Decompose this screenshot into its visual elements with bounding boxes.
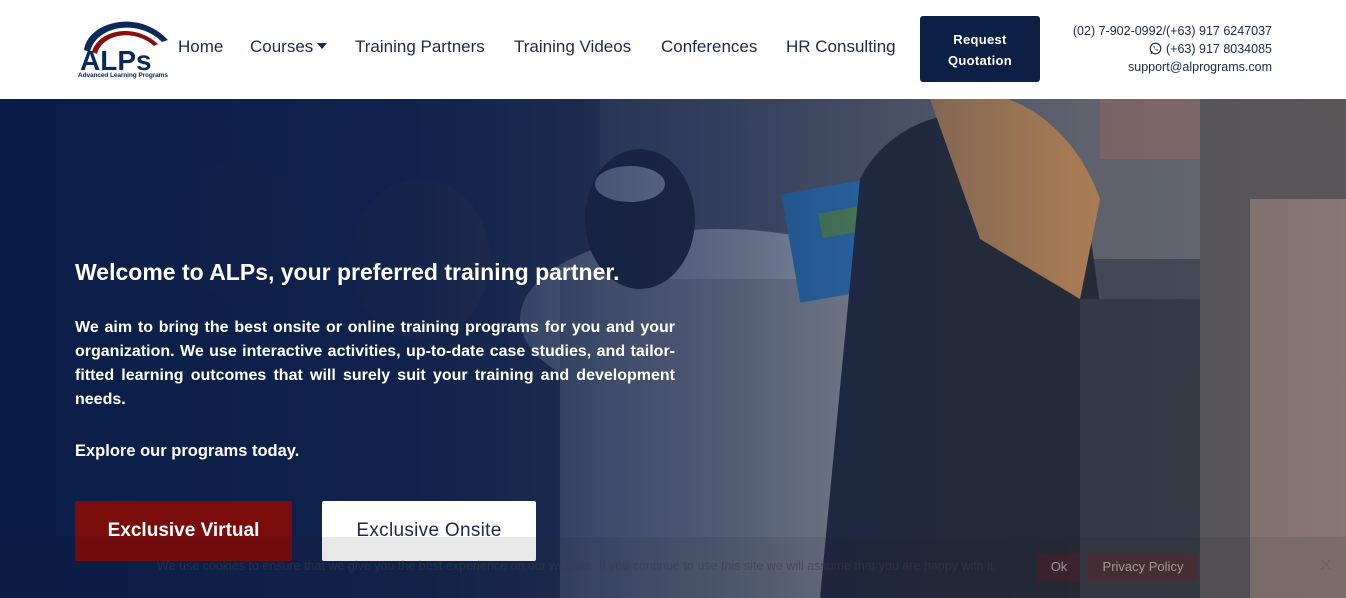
nav-training-videos[interactable]: Training Videos bbox=[514, 37, 631, 57]
nav-training-partners[interactable]: Training Partners bbox=[355, 37, 485, 57]
nav-conferences[interactable]: Conferences bbox=[661, 37, 757, 57]
close-icon[interactable]: ✕ bbox=[1316, 555, 1336, 575]
cookie-notice-text: We use cookies to ensure that we give yo… bbox=[157, 559, 997, 573]
nav-home[interactable]: Home bbox=[178, 37, 223, 57]
whatsapp-icon bbox=[1149, 42, 1162, 55]
hero-section: Welcome to ALPs, your preferred training… bbox=[0, 99, 1346, 598]
caret-down-icon bbox=[317, 42, 328, 49]
logo-tagline: Advanced Learning Programs bbox=[78, 72, 168, 79]
contact-info: (02) 7-902-0992/(+63) 917 6247037 (+63) … bbox=[1073, 22, 1272, 76]
phone-number[interactable]: (02) 7-902-0992/(+63) 917 6247037 bbox=[1073, 22, 1272, 40]
nav-courses[interactable]: Courses bbox=[250, 37, 328, 57]
hero-explore-text: Explore our programs today. bbox=[75, 442, 300, 460]
nav-hr-consulting[interactable]: HR Consulting bbox=[786, 37, 896, 57]
cookie-ok-button[interactable]: Ok bbox=[1038, 553, 1080, 581]
quote-label-line2: Quotation bbox=[947, 53, 1013, 68]
logo-graphic: ALPs bbox=[80, 21, 168, 74]
cookie-notice-bar: We use cookies to ensure that we give yo… bbox=[0, 537, 1346, 598]
site-header: ALPs Advanced Learning Programs Home Cou… bbox=[0, 0, 1346, 99]
whatsapp-number: (+63) 917 8034085 bbox=[1166, 42, 1272, 56]
hero-title: Welcome to ALPs, your preferred training… bbox=[75, 259, 620, 285]
privacy-policy-button[interactable]: Privacy Policy bbox=[1088, 553, 1198, 581]
nav-courses-label: Courses bbox=[250, 37, 314, 56]
whatsapp-row[interactable]: (+63) 917 8034085 bbox=[1073, 40, 1272, 58]
alps-logo[interactable]: ALPs Advanced Learning Programs bbox=[78, 12, 174, 82]
quote-label-line1: Request bbox=[953, 32, 1007, 47]
hero-description: We aim to bring the best onsite or onlin… bbox=[75, 319, 675, 408]
support-email[interactable]: support@alprograms.com bbox=[1073, 58, 1272, 76]
request-quotation-button[interactable]: Request Quotation bbox=[920, 16, 1040, 82]
logo-text: ALPs bbox=[80, 45, 152, 74]
